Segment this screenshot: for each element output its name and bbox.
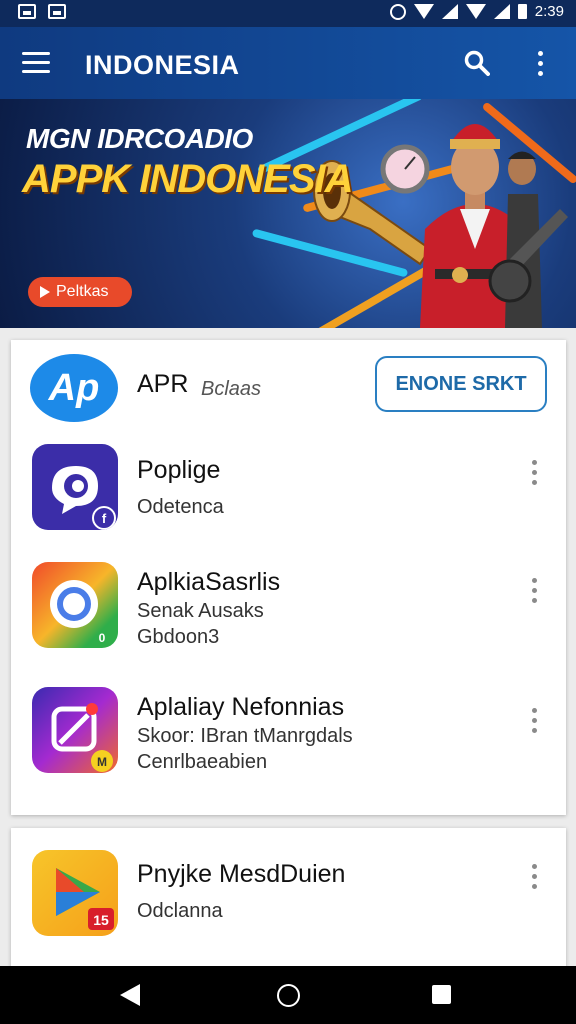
featured-app-name: APR bbox=[137, 370, 189, 398]
app-subtitle: Senak Ausaks bbox=[137, 600, 264, 622]
app-list-item[interactable]: 0 AplkiaSasrlis Senak Ausaks Gbdoon3 bbox=[11, 558, 566, 658]
featured-app-logo[interactable]: Ap bbox=[30, 354, 118, 422]
browser-app-icon: 0 bbox=[32, 562, 118, 648]
alarm-icon bbox=[389, 3, 406, 20]
app-title: Pnyjke MesdDuien bbox=[137, 860, 346, 888]
back-icon[interactable] bbox=[120, 984, 140, 1006]
svg-text:f: f bbox=[102, 511, 107, 526]
system-nav-bar bbox=[0, 966, 576, 1024]
featured-logo-text: Ap bbox=[48, 366, 100, 409]
hero-character-illustration bbox=[313, 124, 568, 328]
banner-play-button[interactable]: Peltkas bbox=[28, 277, 132, 307]
item-more-icon[interactable] bbox=[530, 578, 538, 606]
status-bar: 2:39 bbox=[0, 0, 576, 27]
item-more-icon[interactable] bbox=[530, 460, 538, 488]
play-icon bbox=[40, 286, 50, 298]
app-bar-title: INDONESIA bbox=[85, 50, 240, 80]
featured-app-subtitle: Bclaas bbox=[201, 378, 262, 400]
banner-button-label: Peltkas bbox=[56, 283, 109, 300]
app-list-item[interactable]: 15 Pnyjke MesdDuien Odclanna bbox=[11, 846, 566, 946]
wifi-icon bbox=[413, 4, 434, 19]
app-subtitle-2: Cenrlbaeabien bbox=[137, 751, 268, 773]
search-icon[interactable] bbox=[464, 50, 490, 76]
home-icon[interactable] bbox=[277, 984, 300, 1007]
app-title: Poplige bbox=[137, 456, 221, 484]
recent-apps-icon[interactable] bbox=[432, 985, 451, 1004]
item-more-icon[interactable] bbox=[530, 864, 538, 892]
svg-text:0: 0 bbox=[99, 631, 106, 645]
photo-editor-app-icon: M bbox=[32, 687, 118, 773]
app-subtitle: Odclanna bbox=[137, 900, 223, 922]
banner-headline: APPK INDONESIA bbox=[22, 157, 353, 201]
promo-banner[interactable]: MGN IDRCOADIO APPK INDONESIA Peltkas bbox=[0, 99, 576, 328]
app-subtitle-2: Gbdoon3 bbox=[137, 626, 220, 648]
play-store-app-icon: 15 bbox=[32, 850, 118, 936]
signal-icon-2 bbox=[493, 4, 510, 19]
banner-headline-top: MGN IDRCOADIO bbox=[26, 123, 253, 154]
app-list-card: Ap APR Bclaas ENONE SRKT f Poplige Odete… bbox=[11, 340, 566, 815]
app-subtitle: Skoor: IBran tManrgdals bbox=[137, 725, 353, 747]
app-list-item[interactable]: M Aplaliay Nefonnias Skoor: IBran tManrg… bbox=[11, 683, 566, 783]
gallery-notification-icon bbox=[18, 4, 36, 19]
wifi-icon-2 bbox=[465, 4, 486, 19]
battery-icon bbox=[517, 4, 527, 19]
signal-icon bbox=[441, 4, 458, 19]
status-time: 2:39 bbox=[534, 3, 564, 20]
app-title: AplkiaSasrlis bbox=[137, 568, 281, 596]
more-options-icon[interactable] bbox=[535, 51, 545, 79]
featured-action-button[interactable]: ENONE SRKT bbox=[375, 356, 547, 412]
message-notification-icon bbox=[48, 4, 66, 19]
app-subtitle: Odetenca bbox=[137, 496, 224, 518]
chat-app-icon: f bbox=[32, 444, 118, 530]
app-list-card-2: 15 Pnyjke MesdDuien Odclanna bbox=[11, 828, 566, 968]
menu-icon[interactable] bbox=[22, 52, 50, 74]
app-bar: INDONESIA bbox=[0, 27, 576, 99]
item-more-icon[interactable] bbox=[530, 708, 538, 736]
app-list-item[interactable]: f Poplige Odetenca bbox=[11, 440, 566, 540]
svg-text:M: M bbox=[97, 755, 107, 769]
app-title: Aplaliay Nefonnias bbox=[137, 693, 345, 721]
svg-text:15: 15 bbox=[93, 912, 109, 928]
